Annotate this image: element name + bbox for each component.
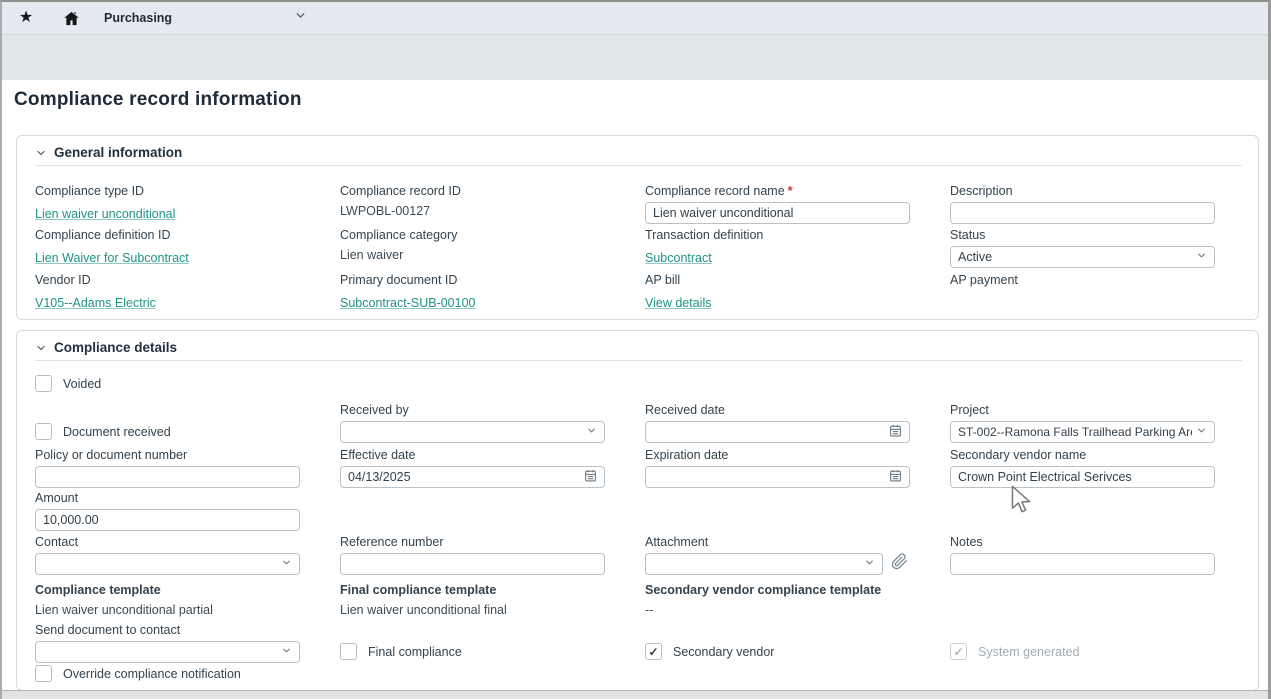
chevron-down-icon <box>281 645 292 659</box>
calendar-icon[interactable] <box>889 469 902 485</box>
notes-input[interactable] <box>950 553 1215 575</box>
general-information-section: General information Compliance type ID L… <box>16 135 1259 320</box>
compliance-template-label: Compliance template <box>35 583 300 598</box>
top-nav-bar: ★ Purchasing <box>2 2 1268 35</box>
compliance-record-id-label: Compliance record ID <box>340 184 605 199</box>
transaction-definition-link[interactable]: Subcontract <box>645 251 712 265</box>
page-title: Compliance record information <box>14 89 302 111</box>
ap-payment-label: AP payment <box>950 273 1215 288</box>
chevron-down-icon <box>1196 250 1207 264</box>
ap-bill-label: AP bill <box>645 273 910 288</box>
voided-checkbox[interactable]: Voided <box>35 375 101 392</box>
chevron-down-icon <box>281 557 292 571</box>
secondary-vendor-compliance-template-label: Secondary vendor compliance template <box>645 583 945 598</box>
reference-number-input[interactable] <box>340 553 605 575</box>
secondary-vendor-name-label: Secondary vendor name <box>950 448 1215 463</box>
compliance-category-value: Lien waiver <box>340 248 605 262</box>
description-input[interactable] <box>950 202 1215 224</box>
compliance-details-section: Compliance details Voided Document recei… <box>16 330 1259 691</box>
send-document-to-contact-select[interactable] <box>35 641 300 663</box>
checkbox-box <box>35 423 52 440</box>
secondary-vendor-compliance-template-value: -- <box>645 603 945 617</box>
received-by-label: Received by <box>340 403 605 418</box>
amount-label: Amount <box>35 491 300 506</box>
calendar-icon[interactable] <box>889 424 902 440</box>
checkbox-box: ✓ <box>645 643 662 660</box>
compliance-record-name-label: Compliance record name* <box>645 184 910 199</box>
status-label: Status <box>950 228 1215 243</box>
checkbox-box: ✓ <box>950 643 967 660</box>
collapse-chevron-icon[interactable] <box>35 342 47 354</box>
checkbox-box <box>340 643 357 660</box>
general-information-header[interactable]: General information <box>35 145 182 160</box>
attachment-label: Attachment <box>645 535 883 550</box>
contact-label: Contact <box>35 535 300 550</box>
description-label: Description <box>950 184 1215 199</box>
section-divider <box>35 165 1242 166</box>
contact-select[interactable] <box>35 553 300 575</box>
policy-or-document-number-label: Policy or document number <box>35 448 300 463</box>
compliance-template-value: Lien waiver unconditional partial <box>35 603 300 617</box>
final-compliance-template-value: Lien waiver unconditional final <box>340 603 605 617</box>
system-generated-checkbox: ✓ System generated <box>950 643 1079 660</box>
expiration-date-input[interactable] <box>645 466 910 488</box>
favorites-star-icon[interactable]: ★ <box>15 7 37 29</box>
paperclip-attach-icon[interactable] <box>891 553 908 575</box>
module-selector-label[interactable]: Purchasing <box>104 11 172 25</box>
notes-label: Notes <box>950 535 1215 550</box>
chevron-down-icon <box>864 557 875 571</box>
secondary-vendor-name-input[interactable] <box>950 466 1215 488</box>
window-bottom-edge <box>2 690 1268 699</box>
final-compliance-template-label: Final compliance template <box>340 583 605 598</box>
received-date-input[interactable] <box>645 421 910 443</box>
primary-document-id-link[interactable]: Subcontract-SUB-00100 <box>340 296 476 310</box>
status-select[interactable]: Active <box>950 246 1215 268</box>
primary-document-id-label: Primary document ID <box>340 273 605 288</box>
project-label: Project <box>950 403 1215 418</box>
override-compliance-notification-checkbox[interactable]: Override compliance notification <box>35 665 241 682</box>
send-document-to-contact-label: Send document to contact <box>35 623 300 638</box>
checkbox-box <box>35 665 52 682</box>
effective-date-label: Effective date <box>340 448 605 463</box>
compliance-definition-id-label: Compliance definition ID <box>35 228 300 243</box>
received-by-select[interactable] <box>340 421 605 443</box>
reference-number-label: Reference number <box>340 535 605 550</box>
compliance-type-id-link[interactable]: Lien waiver unconditional <box>35 207 175 221</box>
compliance-category-label: Compliance category <box>340 228 605 243</box>
compliance-record-name-input[interactable] <box>645 202 910 224</box>
section-title: Compliance details <box>54 340 177 355</box>
collapse-chevron-icon[interactable] <box>35 147 47 159</box>
ap-bill-view-details-link[interactable]: View details <box>645 296 711 310</box>
checkbox-box <box>35 375 52 392</box>
home-icon[interactable] <box>60 7 82 29</box>
amount-input[interactable] <box>35 509 300 531</box>
mouse-cursor <box>1010 485 1034 520</box>
compliance-record-id-value: LWPOBL-00127 <box>340 204 605 218</box>
compliance-type-id-label: Compliance type ID <box>35 184 300 199</box>
final-compliance-checkbox[interactable]: Final compliance <box>340 643 462 660</box>
transaction-definition-label: Transaction definition <box>645 228 910 243</box>
vendor-id-link[interactable]: V105--Adams Electric <box>35 296 156 310</box>
required-asterisk: * <box>788 184 793 198</box>
compliance-details-header[interactable]: Compliance details <box>35 340 177 355</box>
policy-or-document-number-input[interactable] <box>35 466 300 488</box>
chevron-down-icon <box>1196 425 1207 439</box>
section-divider <box>35 360 1242 361</box>
secondary-toolbar <box>2 35 1268 80</box>
section-title: General information <box>54 145 182 160</box>
module-chevron-down-icon[interactable] <box>294 9 307 27</box>
received-date-label: Received date <box>645 403 910 418</box>
effective-date-input[interactable]: 04/13/2025 <box>340 466 605 488</box>
chevron-down-icon <box>586 425 597 439</box>
calendar-icon[interactable] <box>584 469 597 485</box>
expiration-date-label: Expiration date <box>645 448 910 463</box>
vendor-id-label: Vendor ID <box>35 273 300 288</box>
app-window: ★ Purchasing Compliance record informati… <box>0 0 1271 699</box>
secondary-vendor-checkbox[interactable]: ✓ Secondary vendor <box>645 643 774 660</box>
project-select[interactable]: ST-002--Ramona Falls Trailhead Parking A… <box>950 421 1215 443</box>
document-received-checkbox[interactable]: Document received <box>35 423 171 440</box>
compliance-definition-id-link[interactable]: Lien Waiver for Subcontract <box>35 251 189 265</box>
attachment-select[interactable] <box>645 553 883 575</box>
